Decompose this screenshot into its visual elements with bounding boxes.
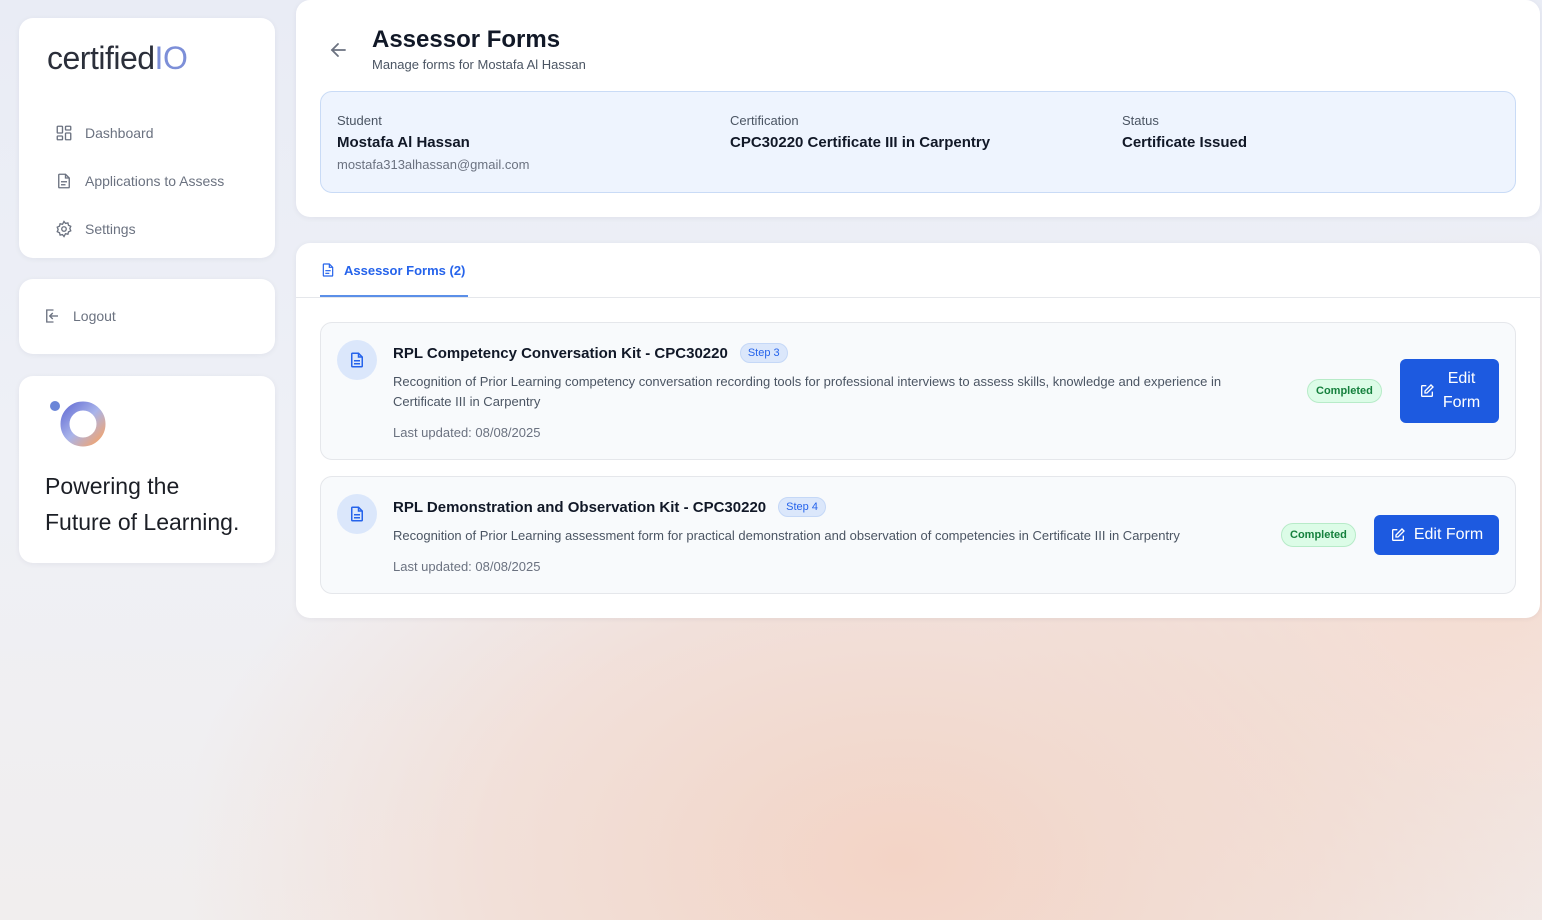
edit-form-label-line-1: Edit (1447, 370, 1476, 387)
sidebar-nav: certifiedIO Dashboard Applications to As… (19, 18, 275, 258)
document-icon (351, 506, 363, 522)
gear-icon (56, 220, 72, 238)
student-name: Mostafa Al Hassan (337, 134, 470, 151)
promo-card: Powering the Future of Learning. (19, 376, 275, 563)
step-badge: Step 3 (739, 343, 788, 363)
sidebar-item-label: Applications to Assess (85, 173, 225, 189)
edit-form-button[interactable]: Edit Form (1400, 359, 1499, 423)
logout-card: Logout (19, 279, 275, 354)
student-info-panel: Student Mostafa Al Hassan mostafa313alha… (320, 91, 1516, 193)
edit-icon (1420, 384, 1434, 397)
logout-button[interactable]: Logout (43, 307, 116, 325)
status-badge: Completed (1281, 523, 1356, 547)
dashboard-icon (56, 125, 72, 141)
logout-label: Logout (73, 308, 116, 324)
tab-assessor-forms[interactable]: Assessor Forms (2) (320, 243, 469, 297)
status-info: Status Certificate Issued (1122, 113, 1247, 151)
edit-icon (1391, 528, 1405, 541)
back-arrow-icon[interactable] (326, 38, 350, 62)
document-icon (322, 263, 334, 277)
brand-mark-icon (50, 401, 106, 447)
form-description: Recognition of Prior Learning competency… (393, 372, 1293, 412)
promo-line-2: Future of Learning. (45, 509, 240, 535)
brand-name: certified (47, 40, 155, 76)
status-badge: Completed (1307, 379, 1382, 403)
document-icon (351, 352, 363, 368)
edit-form-button[interactable]: Edit Form (1374, 515, 1499, 555)
form-description-line-2: Certificate III in Carpentry (393, 394, 541, 409)
tab-divider (296, 297, 1540, 298)
form-title-text: RPL Demonstration and Observation Kit - … (393, 498, 767, 516)
certification-info: Certification CPC30220 Certificate III i… (730, 113, 990, 151)
student-email: mostafa313alhassan@gmail.com (337, 157, 530, 172)
tab-label: Assessor Forms (2) (344, 262, 466, 278)
form-title: RPL Competency Conversation Kit - CPC302… (393, 343, 788, 363)
form-icon-badge (337, 340, 377, 380)
logout-icon (46, 309, 58, 323)
promo-line-1: Powering the (45, 473, 180, 499)
page-subtitle: Manage forms for Mostafa Al Hassan (372, 57, 586, 72)
document-icon (58, 173, 70, 189)
certification-value: CPC30220 Certificate III in Carpentry (730, 134, 991, 151)
status-value: Certificate Issued (1122, 134, 1248, 151)
student-label: Student (337, 113, 382, 128)
certification-label: Certification (730, 113, 799, 128)
edit-form-label-line-2: Form (1442, 394, 1481, 411)
edit-form-label: Edit Form (1413, 526, 1484, 543)
brand-logo[interactable]: certifiedIO (47, 40, 188, 77)
page-title: Assessor Forms (372, 26, 561, 53)
form-title: RPL Demonstration and Observation Kit - … (393, 497, 826, 517)
sidebar-item-settings[interactable]: Settings (55, 220, 136, 238)
forms-card: Assessor Forms (2) RPL Competency Conver… (296, 243, 1540, 618)
form-icon-badge (337, 494, 377, 534)
form-last-updated: Last updated: 08/08/2025 (393, 559, 541, 574)
sidebar-item-label: Settings (85, 221, 136, 237)
form-list-item: RPL Demonstration and Observation Kit - … (320, 476, 1516, 594)
edit-form-label: Edit Form (1443, 367, 1480, 415)
form-last-updated: Last updated: 08/08/2025 (393, 425, 541, 440)
sidebar-item-label: Dashboard (85, 125, 154, 141)
student-info: Student Mostafa Al Hassan mostafa313alha… (337, 113, 529, 172)
form-list-item: RPL Competency Conversation Kit - CPC302… (320, 322, 1516, 460)
sidebar-item-dashboard[interactable]: Dashboard (55, 124, 154, 142)
header-card: Assessor Forms Manage forms for Mostafa … (296, 0, 1540, 217)
form-description-line-1: Recognition of Prior Learning competency… (393, 374, 1222, 389)
sidebar-item-applications[interactable]: Applications to Assess (55, 172, 224, 190)
form-title-text: RPL Competency Conversation Kit - CPC302… (393, 344, 728, 362)
promo-tagline: Powering the Future of Learning. (45, 468, 265, 540)
form-description: Recognition of Prior Learning assessment… (393, 528, 1180, 543)
brand-suffix: IO (154, 40, 188, 76)
step-badge: Step 4 (778, 497, 826, 517)
status-label: Status (1122, 113, 1159, 128)
